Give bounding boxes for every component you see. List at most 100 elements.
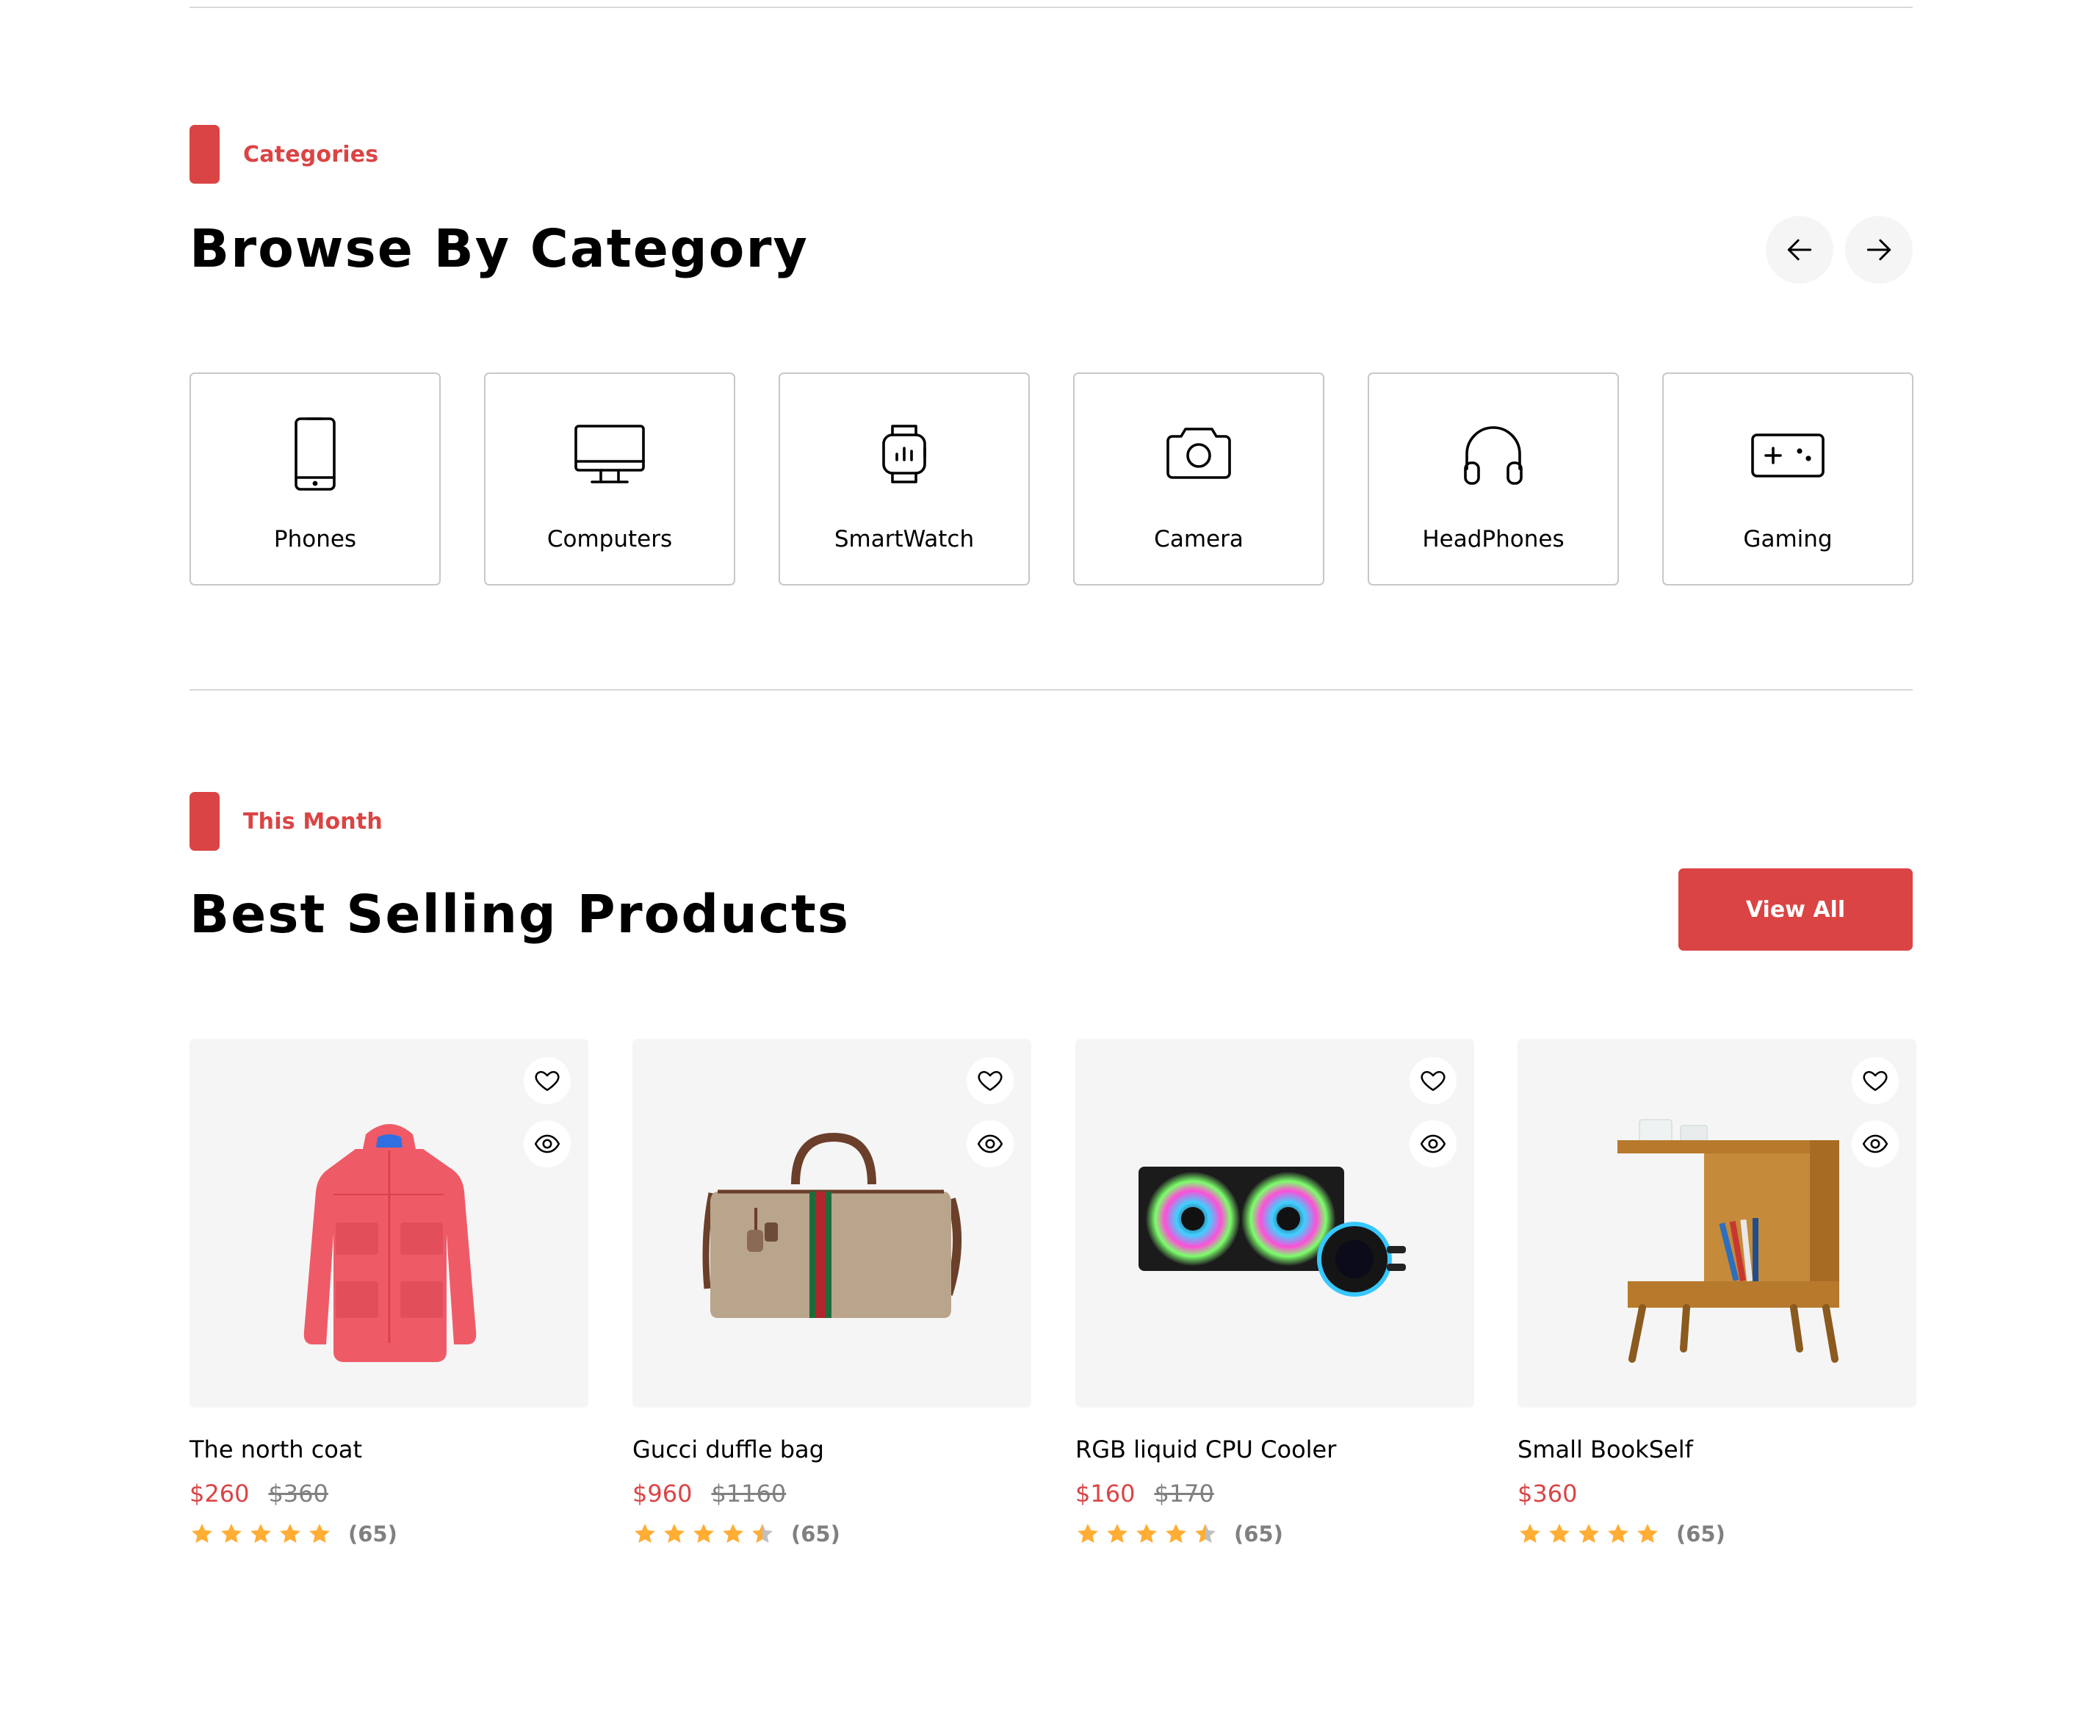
product-image-area xyxy=(632,1039,1031,1408)
category-card-gaming[interactable]: Gaming xyxy=(1662,372,1913,586)
star-icon xyxy=(1520,1523,1540,1543)
star-icon xyxy=(693,1523,714,1543)
product-card[interactable]: Small BookSelf $360 (65) xyxy=(1518,1039,1916,1546)
product-card[interactable]: RGB liquid CPU Cooler $160 $170 (65) xyxy=(1075,1039,1474,1546)
star-icon xyxy=(1166,1523,1186,1543)
section-divider xyxy=(190,689,1913,691)
product-rating: (65) xyxy=(632,1521,1031,1546)
category-card-smartwatch[interactable]: SmartWatch xyxy=(779,372,1030,586)
product-price: $160 xyxy=(1075,1480,1136,1508)
category-label: SmartWatch xyxy=(834,526,975,552)
heart-icon xyxy=(978,1070,1003,1091)
star-icon xyxy=(1136,1523,1157,1543)
smartwatch-icon xyxy=(863,413,945,495)
star-icon xyxy=(221,1523,242,1543)
arrow-right-icon xyxy=(1866,239,1891,261)
next-category-button[interactable] xyxy=(1845,216,1913,284)
category-label: Gaming xyxy=(1743,526,1833,552)
star-icon xyxy=(752,1523,773,1543)
review-count: (65) xyxy=(1676,1521,1725,1546)
browse-category-title: Browse By Category xyxy=(190,218,809,279)
product-card[interactable]: The north coat $260 $360 (65) xyxy=(190,1039,588,1546)
camera-icon xyxy=(1158,413,1240,495)
best-selling-title: Best Selling Products xyxy=(190,884,851,945)
categories-tag-label: Categories xyxy=(243,141,379,168)
product-price: $960 xyxy=(632,1480,693,1508)
best-selling-tag-label: This Month xyxy=(243,808,383,835)
star-icon xyxy=(1078,1523,1098,1543)
wishlist-button[interactable] xyxy=(524,1057,571,1104)
product-rating: (65) xyxy=(190,1521,588,1546)
quick-view-button[interactable] xyxy=(1410,1120,1457,1167)
heart-icon xyxy=(1863,1070,1888,1091)
gamepad-icon xyxy=(1747,413,1829,495)
star-rating xyxy=(632,1521,775,1546)
star-icon xyxy=(1107,1523,1127,1543)
product-prices: $960 $1160 xyxy=(632,1480,1031,1508)
view-all-button[interactable]: View All xyxy=(1678,868,1913,951)
quick-view-button[interactable] xyxy=(1852,1120,1899,1167)
product-rating: (65) xyxy=(1518,1521,1916,1546)
product-rating: (65) xyxy=(1075,1521,1474,1546)
star-icon xyxy=(250,1523,271,1543)
product-old-price: $170 xyxy=(1154,1480,1214,1508)
category-card-computers[interactable]: Computers xyxy=(484,372,735,586)
tag-accent-bar xyxy=(190,125,220,184)
product-image-area xyxy=(1518,1039,1916,1408)
star-icon xyxy=(309,1523,330,1543)
product-image-area xyxy=(1075,1039,1474,1408)
arrow-left-icon xyxy=(1787,239,1812,261)
heart-icon xyxy=(535,1070,560,1091)
product-price: $360 xyxy=(1518,1480,1578,1508)
wishlist-button[interactable] xyxy=(1410,1057,1457,1104)
top-divider xyxy=(190,7,1913,8)
star-icon xyxy=(723,1523,743,1543)
category-label: Phones xyxy=(273,526,357,552)
product-prices: $160 $170 xyxy=(1075,1480,1474,1508)
eye-icon xyxy=(534,1134,560,1153)
quick-view-button[interactable] xyxy=(524,1120,571,1167)
product-prices: $260 $360 xyxy=(190,1480,588,1508)
product-card[interactable]: Gucci duffle bag $960 $1160 (65) xyxy=(632,1039,1031,1546)
product-name[interactable]: Gucci duffle bag xyxy=(632,1436,1031,1463)
headphones-icon xyxy=(1452,413,1534,495)
wishlist-button[interactable] xyxy=(1852,1057,1899,1104)
star-icon xyxy=(664,1523,685,1543)
category-label: Camera xyxy=(1154,526,1244,552)
best-selling-section-tag: This Month xyxy=(190,792,383,851)
computer-icon xyxy=(569,413,651,495)
review-count: (65) xyxy=(791,1521,840,1546)
star-rating xyxy=(1518,1521,1660,1546)
star-icon xyxy=(1637,1523,1658,1543)
phone-icon xyxy=(274,413,356,495)
eye-icon xyxy=(977,1134,1003,1153)
product-name[interactable]: Small BookSelf xyxy=(1518,1436,1916,1463)
wishlist-button[interactable] xyxy=(967,1057,1014,1104)
product-old-price: $1160 xyxy=(711,1480,787,1508)
star-icon xyxy=(1608,1523,1628,1543)
product-prices: $360 xyxy=(1518,1480,1916,1508)
product-name[interactable]: RGB liquid CPU Cooler xyxy=(1075,1436,1474,1463)
product-name[interactable]: The north coat xyxy=(190,1436,588,1463)
review-count: (65) xyxy=(348,1521,397,1546)
tag-accent-bar xyxy=(190,792,220,851)
heart-icon xyxy=(1421,1070,1446,1091)
category-card-headphones[interactable]: HeadPhones xyxy=(1368,372,1619,586)
categories-section-tag: Categories xyxy=(190,125,378,184)
eye-icon xyxy=(1862,1134,1888,1153)
category-card-camera[interactable]: Camera xyxy=(1073,372,1324,586)
star-icon xyxy=(1195,1523,1216,1543)
quick-view-button[interactable] xyxy=(967,1120,1014,1167)
star-rating xyxy=(1075,1521,1218,1546)
product-image-area xyxy=(190,1039,588,1408)
star-icon xyxy=(1578,1523,1599,1543)
star-rating xyxy=(190,1521,332,1546)
category-card-phones[interactable]: Phones xyxy=(190,372,441,586)
category-label: HeadPhones xyxy=(1422,526,1565,552)
star-icon xyxy=(1549,1523,1570,1543)
star-icon xyxy=(635,1523,655,1543)
product-old-price: $360 xyxy=(268,1480,328,1508)
review-count: (65) xyxy=(1234,1521,1283,1546)
eye-icon xyxy=(1420,1134,1446,1153)
previous-category-button[interactable] xyxy=(1766,216,1833,284)
